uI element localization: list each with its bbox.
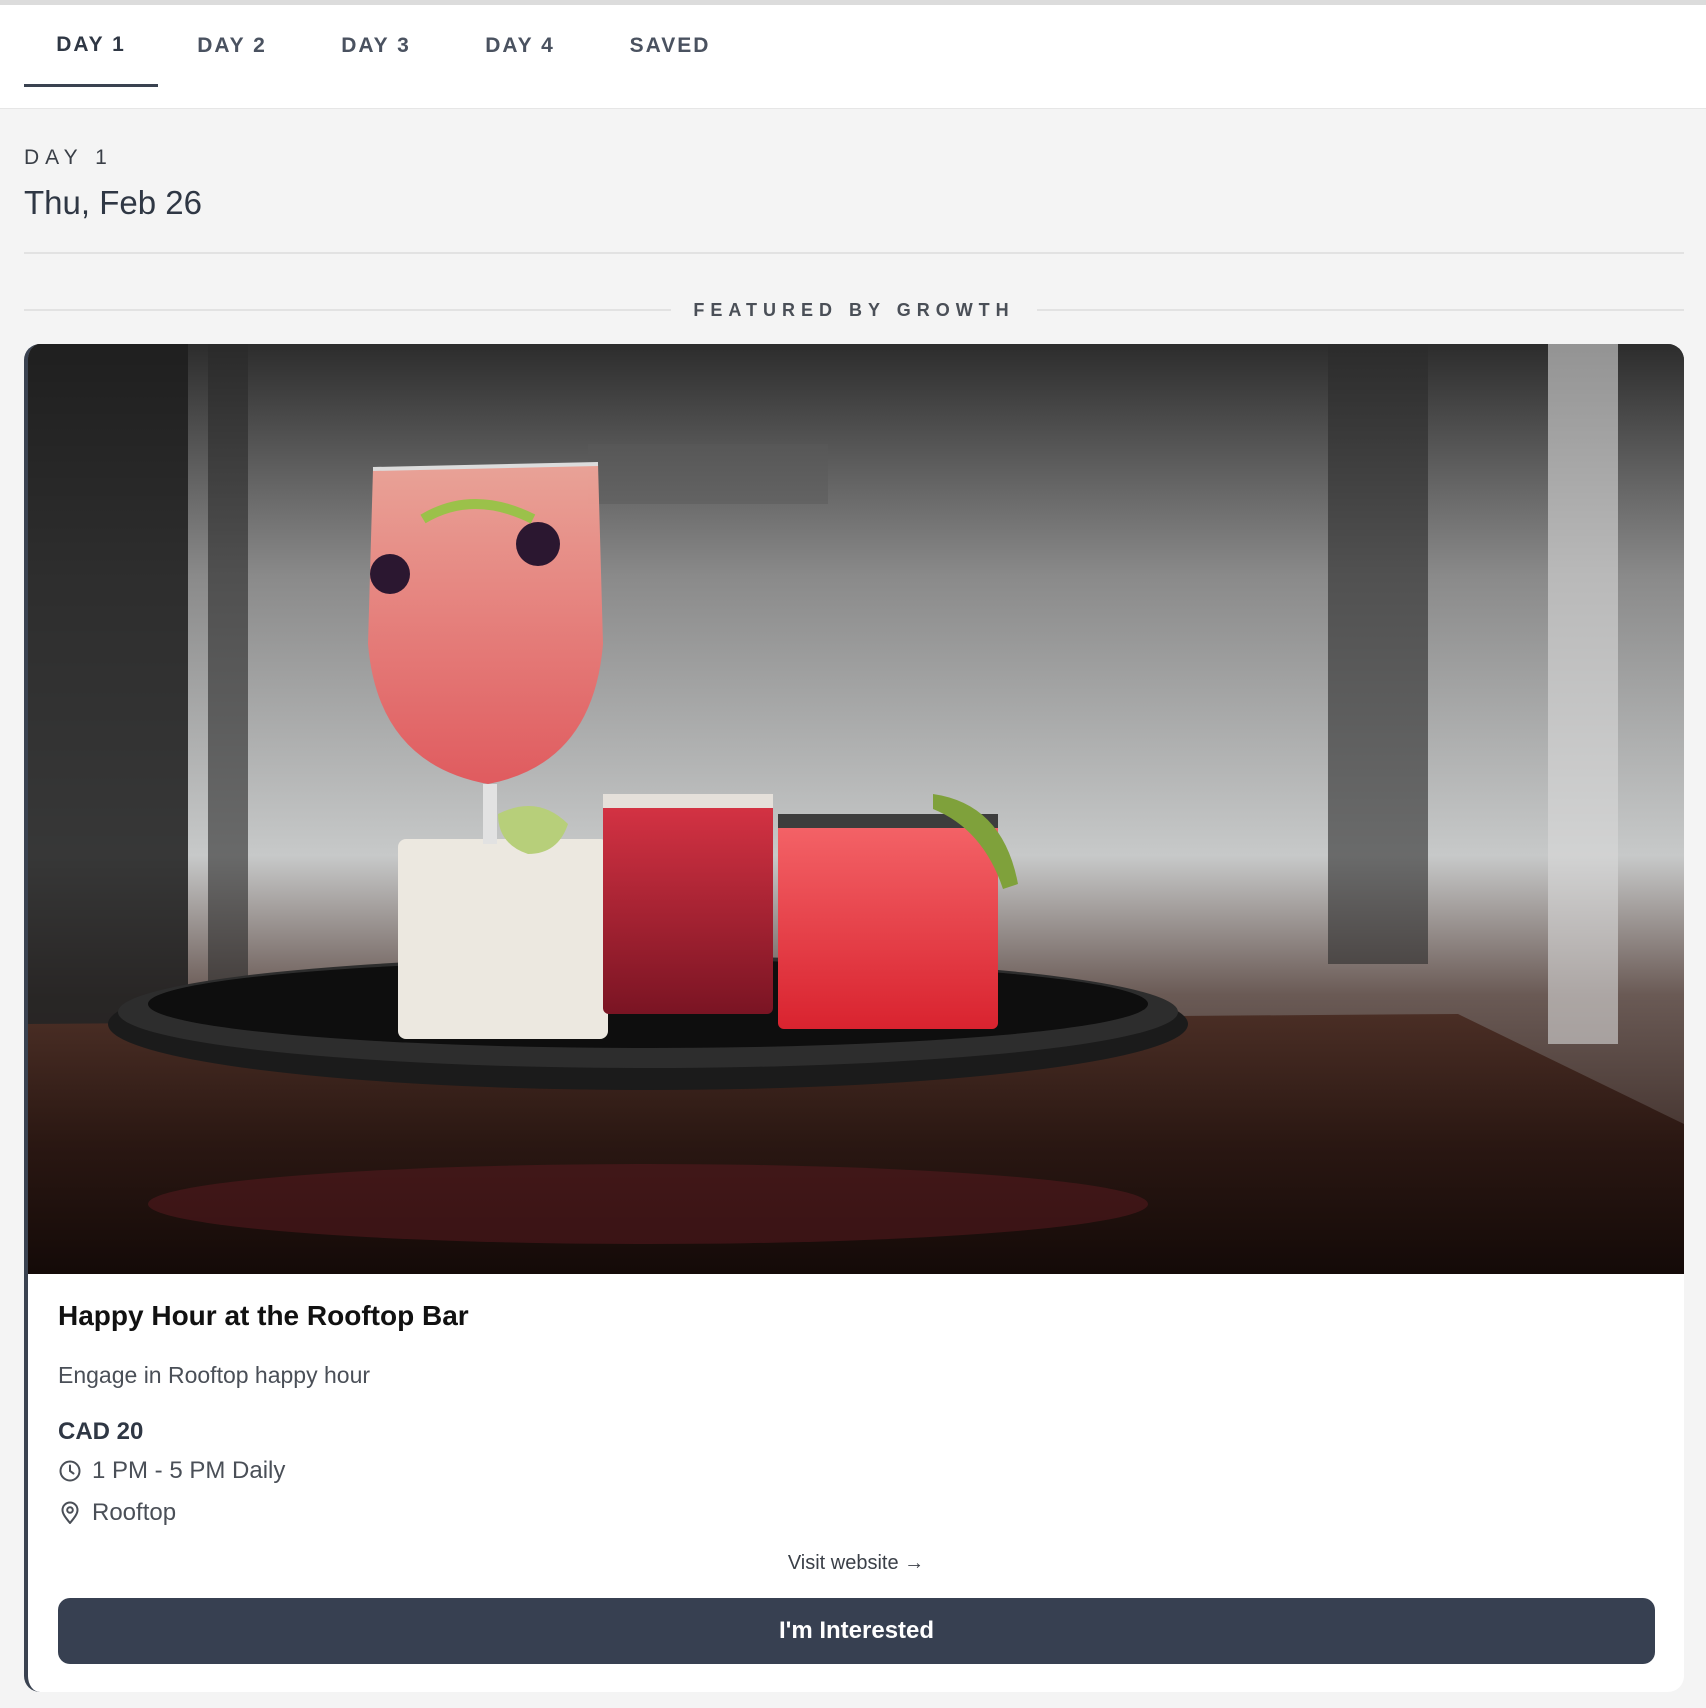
event-description: Engage in Rooftop happy hour: [58, 1362, 371, 1388]
featured-label: FEATURED BY GROWTH: [693, 299, 1015, 320]
event-time: 1 PM - 5 PM Daily: [92, 1457, 286, 1484]
event-location-row: Rooftop: [58, 1499, 176, 1527]
featured-line-right: [1036, 309, 1685, 311]
day-kicker: DAY 1: [24, 146, 113, 169]
cocktails-illustration: [28, 344, 1684, 1274]
tab-day-1[interactable]: DAY 1: [24, 5, 158, 87]
tab-day-4[interactable]: DAY 4: [464, 5, 576, 87]
event-photo: [28, 344, 1684, 1274]
visit-website-row: Visit website →: [28, 1552, 1684, 1575]
tab-saved[interactable]: SAVED: [610, 5, 730, 87]
event-time-row: 1 PM - 5 PM Daily: [58, 1457, 285, 1485]
featured-header: FEATURED BY GROWTH: [24, 295, 1685, 325]
event-price: CAD 20: [58, 1418, 144, 1445]
clock-icon: [59, 1460, 81, 1482]
tab-day-2[interactable]: DAY 2: [176, 5, 288, 87]
event-title: Happy Hour at the Rooftop Bar: [58, 1300, 469, 1331]
tab-day-3[interactable]: DAY 3: [320, 5, 432, 87]
event-location: Rooftop: [92, 1499, 177, 1526]
event-card: Happy Hour at the Rooftop Bar Engage in …: [24, 344, 1684, 1692]
section-divider: [24, 252, 1684, 254]
day-tab-bar: DAY 1 DAY 2 DAY 3 DAY 4 SAVED: [0, 5, 1706, 109]
map-pin-icon: [61, 1501, 79, 1524]
visit-website-link[interactable]: Visit website →: [788, 1552, 924, 1574]
interested-button[interactable]: I'm Interested: [58, 1598, 1655, 1664]
featured-line-left: [24, 309, 672, 311]
day-date: Thu, Feb 26: [24, 184, 202, 221]
